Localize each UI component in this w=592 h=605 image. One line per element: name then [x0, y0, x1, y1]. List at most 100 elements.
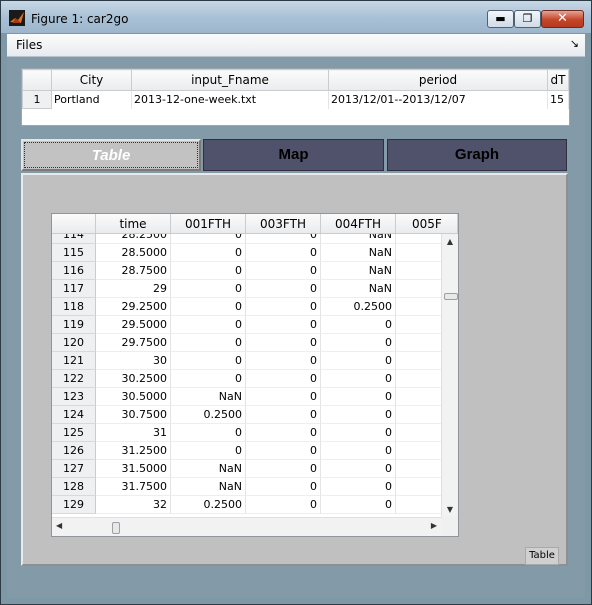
cell-003fth[interactable]: 0 [246, 316, 321, 334]
table-row[interactable]: 120 29.7500 0 0 0 [52, 334, 441, 352]
cell-001fth[interactable]: 0 [171, 280, 246, 298]
cell-004fth[interactable]: NaN [321, 234, 396, 244]
cell-005fth[interactable] [396, 478, 441, 496]
cell-005fth[interactable] [396, 244, 441, 262]
info-table[interactable]: City input_Fname period dT 1 Portland 20… [21, 68, 570, 126]
table-row[interactable]: 114 28.2500 0 0 NaN [52, 234, 441, 244]
cell-001fth[interactable]: 0 [171, 262, 246, 280]
cell-001fth[interactable]: 0 [171, 244, 246, 262]
cell-004fth[interactable]: 0 [321, 370, 396, 388]
cell-001fth[interactable]: NaN [171, 478, 246, 496]
cell-004fth[interactable]: 0 [321, 424, 396, 442]
cell-time[interactable]: 31 [96, 424, 171, 442]
table-row[interactable]: 128 31.7500 NaN 0 0 [52, 478, 441, 496]
table-row[interactable]: 119 29.5000 0 0 0 [52, 316, 441, 334]
cell-001fth[interactable]: 0 [171, 352, 246, 370]
cell-003fth[interactable]: 0 [246, 478, 321, 496]
cell-003fth[interactable]: 0 [246, 370, 321, 388]
table-row[interactable]: 125 31 0 0 0 [52, 424, 441, 442]
table-row[interactable]: 129 32 0.2500 0 0 [52, 496, 441, 514]
vertical-scroll-thumb[interactable] [444, 293, 458, 300]
cell-004fth[interactable]: NaN [321, 262, 396, 280]
table-row[interactable]: 124 30.7500 0.2500 0 0 [52, 406, 441, 424]
cell-time[interactable]: 31.5000 [96, 460, 171, 478]
cell-005fth[interactable] [396, 352, 441, 370]
cell-001fth[interactable]: 0 [171, 442, 246, 460]
cell-003fth[interactable]: 0 [246, 460, 321, 478]
cell-003fth[interactable]: 0 [246, 442, 321, 460]
cell-001fth[interactable]: 0 [171, 424, 246, 442]
table-row[interactable]: 121 30 0 0 0 [52, 352, 441, 370]
cell-time[interactable]: 30.5000 [96, 388, 171, 406]
maximize-button[interactable]: ❐ [514, 10, 541, 28]
info-header-city[interactable]: City [51, 69, 132, 91]
menu-files[interactable]: Files [16, 38, 42, 52]
cell-003fth[interactable]: 0 [246, 424, 321, 442]
horizontal-scrollbar[interactable]: ◀ ▶ [52, 517, 441, 536]
cell-003fth[interactable]: 0 [246, 298, 321, 316]
cell-004fth[interactable]: NaN [321, 280, 396, 298]
cell-003fth[interactable]: 0 [246, 406, 321, 424]
cell-003fth[interactable]: 0 [246, 496, 321, 514]
cell-004fth[interactable]: 0 [321, 316, 396, 334]
table-row[interactable]: 116 28.7500 0 0 NaN [52, 262, 441, 280]
scroll-down-icon[interactable]: ▼ [442, 505, 458, 514]
horizontal-scroll-thumb[interactable] [112, 522, 120, 534]
info-header-dt[interactable]: dT [547, 69, 569, 91]
cell-005fth[interactable] [396, 262, 441, 280]
cell-time[interactable]: 28.2500 [96, 234, 171, 244]
cell-005fth[interactable] [396, 442, 441, 460]
cell-005fth[interactable] [396, 496, 441, 514]
column-header-001fth[interactable]: 001FTH [171, 214, 246, 234]
tab-table[interactable]: Table [21, 139, 201, 171]
cell-001fth[interactable]: 0 [171, 234, 246, 244]
cell-004fth[interactable]: 0.2500 [321, 298, 396, 316]
cell-005fth[interactable] [396, 334, 441, 352]
cell-001fth[interactable]: 0.2500 [171, 496, 246, 514]
table-row[interactable]: 126 31.2500 0 0 0 [52, 442, 441, 460]
cell-time[interactable]: 29.7500 [96, 334, 171, 352]
title-bar[interactable]: Figure 1: car2go ▬ ❐ ✕ [1, 1, 591, 33]
cell-005fth[interactable] [396, 424, 441, 442]
table-row[interactable]: 115 28.5000 0 0 NaN [52, 244, 441, 262]
cell-004fth[interactable]: 0 [321, 406, 396, 424]
cell-time[interactable]: 29.5000 [96, 316, 171, 334]
minimize-button[interactable]: ▬ [487, 10, 514, 28]
cell-003fth[interactable]: 0 [246, 244, 321, 262]
info-cell-period[interactable]: 2013/12/01--2013/12/07 [328, 90, 548, 109]
cell-time[interactable]: 32 [96, 496, 171, 514]
cell-004fth[interactable]: 0 [321, 460, 396, 478]
tab-graph[interactable]: Graph [387, 139, 567, 171]
cell-time[interactable]: 29.2500 [96, 298, 171, 316]
cell-time[interactable]: 31.2500 [96, 442, 171, 460]
table-row[interactable]: 117 29 0 0 NaN [52, 280, 441, 298]
cell-004fth[interactable]: 0 [321, 388, 396, 406]
cell-003fth[interactable]: 0 [246, 262, 321, 280]
cell-time[interactable]: 30.7500 [96, 406, 171, 424]
cell-004fth[interactable]: 0 [321, 352, 396, 370]
cell-003fth[interactable]: 0 [246, 280, 321, 298]
info-cell-city[interactable]: Portland [51, 90, 132, 109]
cell-time[interactable]: 31.7500 [96, 478, 171, 496]
table-row[interactable]: 12731.5000NaN000 [52, 460, 441, 478]
cell-004fth[interactable]: 0 [321, 478, 396, 496]
cell-005fth[interactable] [396, 280, 441, 298]
cell-time[interactable]: 30 [96, 352, 171, 370]
info-cell-dt[interactable]: 15 [547, 90, 569, 109]
info-header-input-fname[interactable]: input_Fname [131, 69, 329, 91]
info-cell-input-fname[interactable]: 2013-12-one-week.txt [131, 90, 329, 109]
cell-001fth[interactable]: NaN [171, 460, 246, 478]
cell-001fth[interactable]: 0 [171, 370, 246, 388]
column-header-003fth[interactable]: 003FTH [246, 214, 321, 234]
cell-003fth[interactable]: 0 [246, 234, 321, 244]
data-table[interactable]: time 001FTH 003FTH 004FTH 005F 114 28.250… [51, 213, 459, 537]
cell-005fth[interactable] [396, 370, 441, 388]
cell-005fth[interactable]: 0 [396, 460, 441, 478]
cell-time[interactable]: 28.7500 [96, 262, 171, 280]
cell-001fth[interactable]: 0 [171, 298, 246, 316]
cell-005fth[interactable] [396, 316, 441, 334]
cell-004fth[interactable]: 0 [321, 334, 396, 352]
cell-time[interactable]: 30.2500 [96, 370, 171, 388]
info-header-period[interactable]: period [328, 69, 548, 91]
cell-time[interactable]: 29 [96, 280, 171, 298]
